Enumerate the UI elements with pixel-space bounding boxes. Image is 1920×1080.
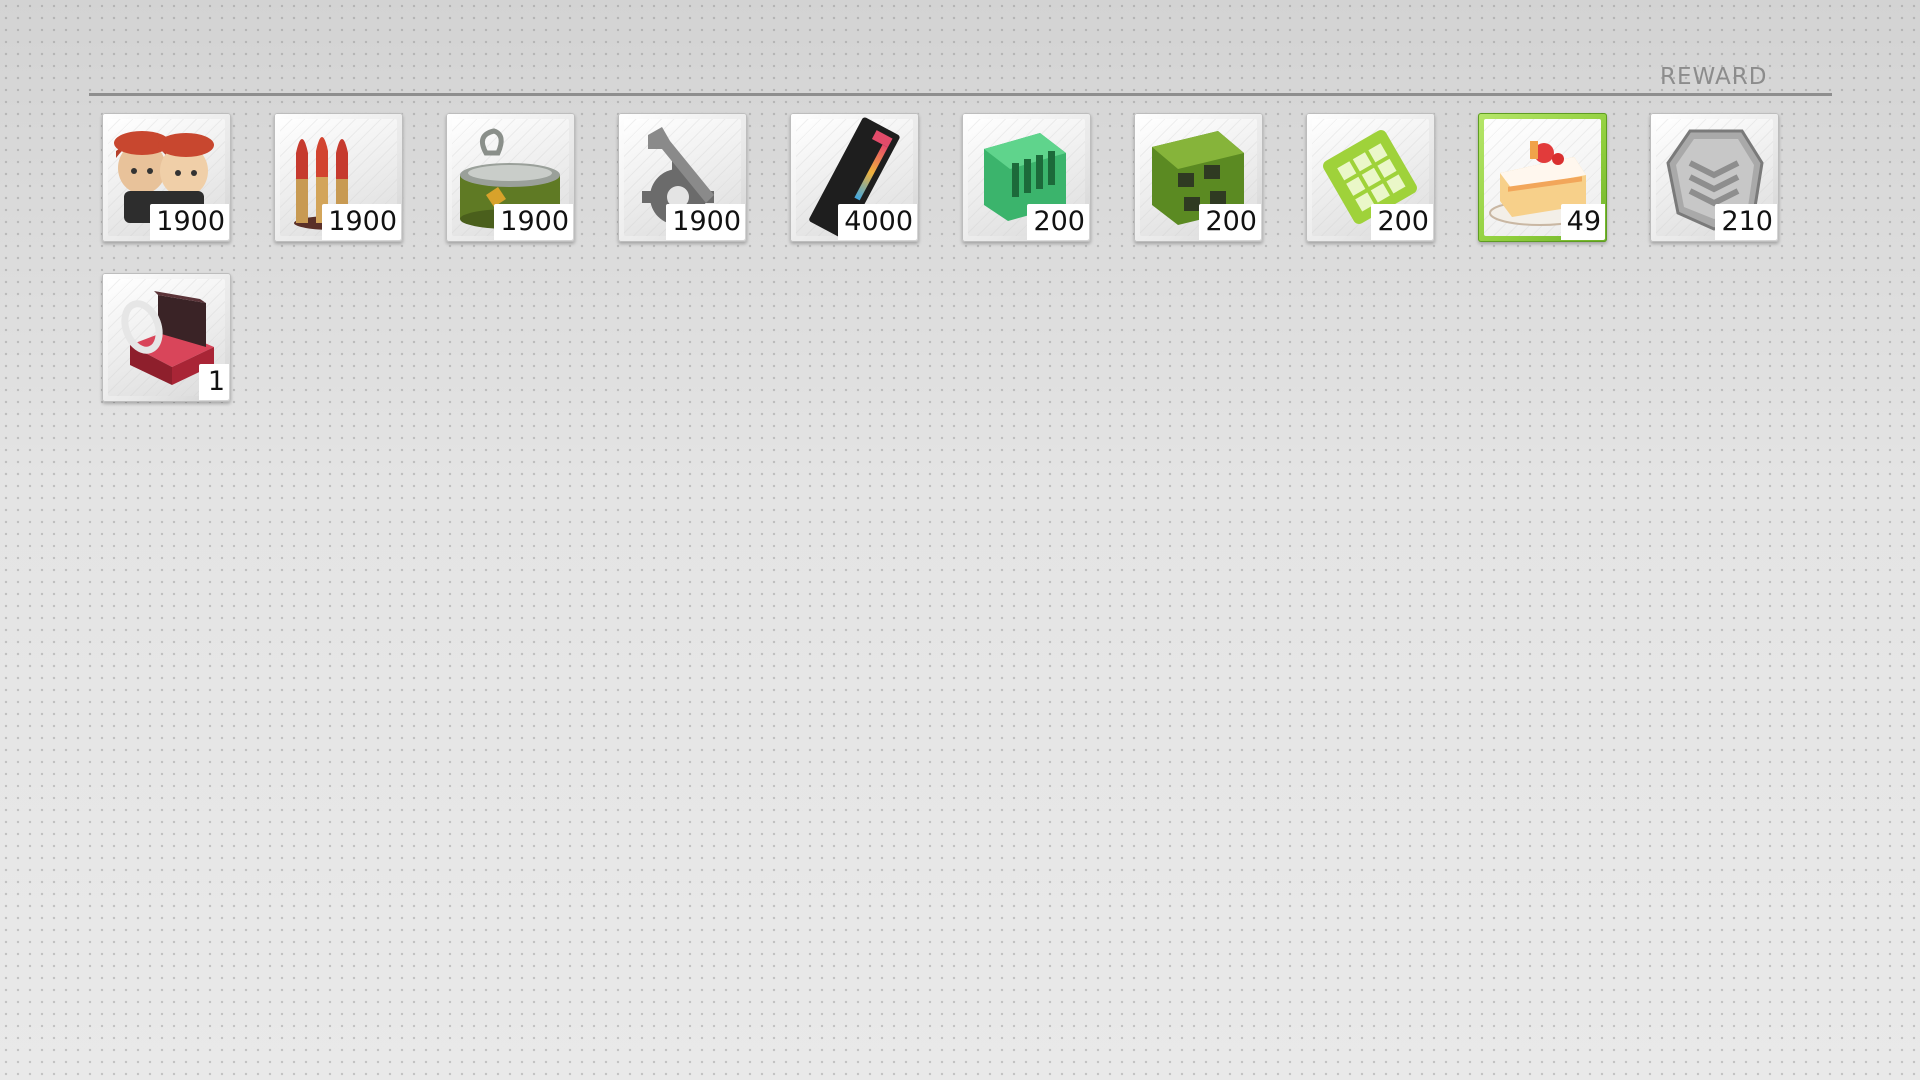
reward-quantity: 1900 <box>150 204 229 240</box>
reward-quantity: 1 <box>199 364 229 400</box>
reward-card-data-chip[interactable]: 200 <box>962 113 1091 242</box>
reward-card-circuit-chip[interactable]: 200 <box>1134 113 1263 242</box>
reward-card-grid-chip[interactable]: 200 <box>1306 113 1435 242</box>
reward-card-ticket[interactable]: 4000 <box>790 113 919 242</box>
reward-quantity: 200 <box>1199 204 1261 240</box>
reward-grid: 1900 1900 1900 1900 4000 200 200 200 49 … <box>102 113 1779 402</box>
reward-quantity: 200 <box>1027 204 1089 240</box>
reward-header-label: REWARD <box>1660 64 1768 90</box>
reward-card-oath-ring[interactable]: 1 <box>102 273 231 402</box>
header-divider <box>89 93 1832 96</box>
reward-quantity: 210 <box>1715 204 1777 240</box>
reward-card-manpower[interactable]: 1900 <box>102 113 231 242</box>
reward-card-token[interactable]: 210 <box>1650 113 1779 242</box>
reward-card-ammo[interactable]: 1900 <box>274 113 403 242</box>
reward-quantity: 4000 <box>838 204 917 240</box>
reward-card-parts[interactable]: 1900 <box>618 113 747 242</box>
reward-quantity: 1900 <box>322 204 401 240</box>
reward-card-cake[interactable]: 49 <box>1478 113 1607 242</box>
reward-quantity: 200 <box>1371 204 1433 240</box>
reward-card-rations[interactable]: 1900 <box>446 113 575 242</box>
reward-quantity: 1900 <box>494 204 573 240</box>
reward-quantity: 49 <box>1560 204 1605 240</box>
reward-quantity: 1900 <box>666 204 745 240</box>
